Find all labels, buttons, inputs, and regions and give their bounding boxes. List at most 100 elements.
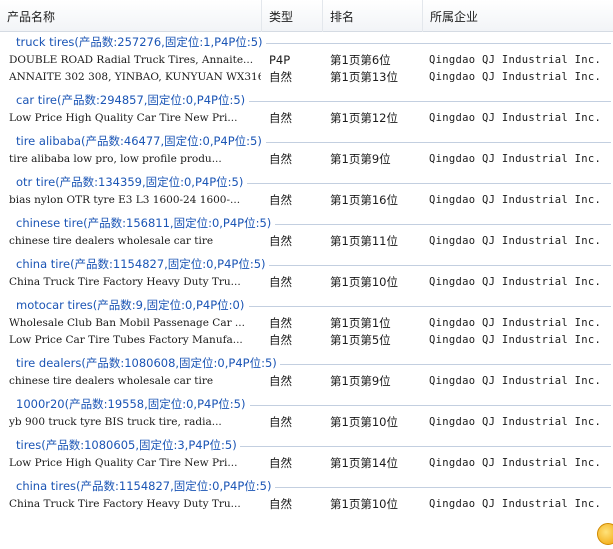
keyword-stats: (产品数:46477,固定位:0,P4P位:5) (81, 134, 262, 148)
keyword-group-header[interactable]: chinese tire(产品数:156811,固定位:0,P4P位:5) (0, 213, 613, 233)
keyword-group: car tire(产品数:294857,固定位:0,P4P位:5) Low Pri… (0, 90, 613, 131)
type-cell: 自然 (269, 316, 292, 330)
rank-cell: 第1页第13位 (330, 70, 398, 84)
product-name-cell: Wholesale Club Ban Mobil Passenage Car .… (9, 317, 245, 329)
keyword-group-header[interactable]: otr tire(产品数:134359,固定位:0,P4P位:5) (0, 172, 613, 192)
company-cell: Qingdao QJ Industrial Inc. (429, 194, 602, 206)
type-cell: 自然 (269, 152, 292, 166)
table-row[interactable]: Low Price High Quality Car Tire New Pri.… (0, 110, 613, 127)
product-name-cell: Low Price Car Tire Tubes Factory Manufa.… (9, 334, 243, 346)
keyword-stats: (产品数:19558,固定位:0,P4P位:5) (64, 397, 246, 411)
product-name-cell: tire alibaba low pro, low profile produ.… (9, 153, 222, 165)
group-divider (269, 265, 611, 266)
keyword-group: truck tires(产品数:257276,固定位:1,P4P位:5) DOUB… (0, 32, 613, 90)
table-row[interactable]: tire alibaba low pro, low profile produ.… (0, 151, 613, 168)
keyword-group: otr tire(产品数:134359,固定位:0,P4P位:5) bias ny… (0, 172, 613, 213)
company-cell: Qingdao QJ Industrial Inc. (429, 334, 602, 346)
keyword-stats: (产品数:257276,固定位:1,P4P位:5) (74, 35, 263, 49)
keyword-label: china tires (16, 479, 77, 493)
company-cell: Qingdao QJ Industrial Inc. (429, 498, 602, 510)
group-divider (266, 43, 611, 44)
keyword-label: car tire (16, 93, 58, 107)
keyword-group-header[interactable]: motocar tires(产品数:9,固定位:0,P4P位:0) (0, 295, 613, 315)
company-cell: Qingdao QJ Industrial Inc. (429, 375, 602, 387)
keyword-stats: (产品数:134359,固定位:0,P4P位:5) (55, 175, 244, 189)
type-cell: 自然 (269, 193, 292, 207)
group-divider (250, 405, 611, 406)
table-row[interactable]: bias nylon OTR tyre E3 L3 1600-24 1600-.… (0, 192, 613, 209)
table-header: 产品名称 类型 排名 所属企业 (0, 0, 613, 32)
results-list: truck tires(产品数:257276,固定位:1,P4P位:5) DOUB… (0, 32, 613, 517)
keyword-group: motocar tires(产品数:9,固定位:0,P4P位:0) Wholesa… (0, 295, 613, 353)
keyword-label: tire alibaba (16, 134, 82, 148)
column-header-product-name[interactable]: 产品名称 (0, 0, 262, 32)
table-row[interactable]: yb 900 truck tyre BIS truck tire, radia.… (0, 414, 613, 431)
keyword-group-header[interactable]: truck tires(产品数:257276,固定位:1,P4P位:5) (0, 32, 613, 52)
table-row[interactable]: chinese tire dealers wholesale car tire 自… (0, 233, 613, 250)
keyword-label: motocar tires (16, 298, 93, 312)
keyword-label: chinese tire (16, 216, 84, 230)
keyword-group-header[interactable]: china tire(产品数:1154827,固定位:0,P4P位:5) (0, 254, 613, 274)
product-name-cell: bias nylon OTR tyre E3 L3 1600-24 1600-.… (9, 194, 241, 206)
keyword-group: tire dealers(产品数:1080608,固定位:0,P4P位:5) ch… (0, 353, 613, 394)
type-cell: 自然 (269, 234, 292, 248)
type-cell: 自然 (269, 333, 292, 347)
type-cell: 自然 (269, 70, 292, 84)
column-header-company[interactable]: 所属企业 (423, 0, 613, 32)
keyword-label: otr tire (16, 175, 56, 189)
table-row[interactable]: Low Price Car Tire Tubes Factory Manufa.… (0, 332, 613, 349)
group-divider (266, 142, 611, 143)
column-header-rank[interactable]: 排名 (323, 0, 423, 32)
company-cell: Qingdao QJ Industrial Inc. (429, 317, 602, 329)
keyword-group: china tire(产品数:1154827,固定位:0,P4P位:5) Chin… (0, 254, 613, 295)
table-row[interactable]: Wholesale Club Ban Mobil Passenage Car .… (0, 315, 613, 332)
keyword-group-header[interactable]: car tire(产品数:294857,固定位:0,P4P位:5) (0, 90, 613, 110)
rank-cell: 第1页第9位 (330, 374, 391, 388)
rank-cell: 第1页第16位 (330, 193, 398, 207)
keyword-stats: (产品数:294857,固定位:0,P4P位:5) (57, 93, 246, 107)
keyword-label: truck tires (16, 35, 75, 49)
keyword-group-header[interactable]: tire dealers(产品数:1080608,固定位:0,P4P位:5) (0, 353, 613, 373)
keyword-group: china tires(产品数:1154827,固定位:0,P4P位:5) Chi… (0, 476, 613, 517)
column-header-type[interactable]: 类型 (262, 0, 323, 32)
keyword-stats: (产品数:156811,固定位:0,P4P位:5) (83, 216, 272, 230)
company-cell: Qingdao QJ Industrial Inc. (429, 276, 602, 288)
type-cell: P4P (269, 53, 291, 67)
product-name-cell: yb 900 truck tyre BIS truck tire, radia.… (9, 416, 222, 428)
keyword-group: 1000r20(产品数:19558,固定位:0,P4P位:5) yb 900 tr… (0, 394, 613, 435)
group-divider (240, 446, 611, 447)
rank-cell: 第1页第9位 (330, 152, 391, 166)
group-divider (275, 224, 611, 225)
table-row[interactable]: China Truck Tire Factory Heavy Duty Tru.… (0, 274, 613, 291)
product-name-cell: Low Price High Quality Car Tire New Pri.… (9, 457, 238, 469)
rank-cell: 第1页第14位 (330, 456, 398, 470)
company-cell: Qingdao QJ Industrial Inc. (429, 71, 602, 83)
keyword-group: tires(产品数:1080605,固定位:3,P4P位:5) Low Price… (0, 435, 613, 476)
table-row[interactable]: China Truck Tire Factory Heavy Duty Tru.… (0, 496, 613, 513)
group-divider (249, 101, 611, 102)
company-cell: Qingdao QJ Industrial Inc. (429, 153, 602, 165)
company-cell: Qingdao QJ Industrial Inc. (429, 235, 602, 247)
keyword-group-header[interactable]: 1000r20(产品数:19558,固定位:0,P4P位:5) (0, 394, 613, 414)
table-row[interactable]: ANNAITE 302 308, YINBAO, KUNYUAN WX316 .… (0, 69, 613, 86)
keyword-group-header[interactable]: china tires(产品数:1154827,固定位:0,P4P位:5) (0, 476, 613, 496)
table-row[interactable]: Low Price High Quality Car Tire New Pri.… (0, 455, 613, 472)
type-cell: 自然 (269, 497, 292, 511)
type-cell: 自然 (269, 456, 292, 470)
company-cell: Qingdao QJ Industrial Inc. (429, 54, 602, 66)
table-row[interactable]: DOUBLE ROAD Radial Truck Tires, Annaite.… (0, 52, 613, 69)
floating-assistant-icon[interactable] (597, 523, 613, 545)
table-row[interactable]: chinese tire dealers wholesale car tire 自… (0, 373, 613, 390)
rank-cell: 第1页第10位 (330, 275, 398, 289)
product-name-cell: China Truck Tire Factory Heavy Duty Tru.… (9, 276, 241, 288)
keyword-group-header[interactable]: tire alibaba(产品数:46477,固定位:0,P4P位:5) (0, 131, 613, 151)
keyword-group-header[interactable]: tires(产品数:1080605,固定位:3,P4P位:5) (0, 435, 613, 455)
group-divider (247, 183, 611, 184)
rank-cell: 第1页第11位 (330, 234, 398, 248)
product-name-cell: DOUBLE ROAD Radial Truck Tires, Annaite.… (9, 54, 254, 66)
rank-cell: 第1页第6位 (330, 53, 391, 67)
keyword-label: tires (16, 438, 42, 452)
keyword-label: tire dealers (16, 356, 82, 370)
group-divider (249, 306, 611, 307)
product-name-cell: Low Price High Quality Car Tire New Pri.… (9, 112, 238, 124)
